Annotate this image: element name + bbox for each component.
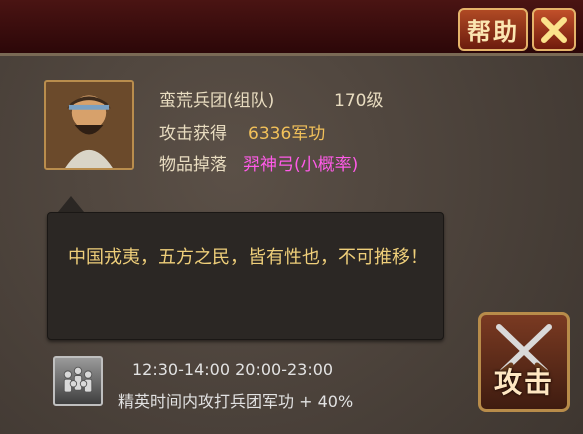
attack-label: 攻击 [493,366,554,399]
drop-item-name: 羿神弓 [243,155,294,175]
boss-level: 170级 [334,91,384,111]
drop-item: 羿神弓(小概率) [243,150,358,175]
drop-item-note: (小概率) [294,155,359,175]
help-button[interactable]: 帮助 [458,8,528,51]
boss-quote: 中国戎夷，五方之民，皆有性也，不可推移！ [68,247,428,268]
speech-bubble [47,212,444,340]
attack-button[interactable]: 攻击 [478,312,570,412]
boss-portrait [44,80,134,170]
close-button[interactable] [532,8,576,51]
speech-bubble-arrow [58,196,84,212]
reward-label: 攻击获得 [159,124,227,144]
drop-label: 物品掉落 [159,155,227,175]
elite-times: 12:30-14:00 20:00-23:00 [132,360,334,379]
close-x-icon [541,16,567,43]
boss-dialog: 帮助 蛮荒兵团(组队) 170级 攻击获得 6336军功 物品掉落 羿神弓(小概… [0,0,583,434]
elite-troops-icon [53,356,103,406]
elite-bonus: 精英时间内攻打兵团军功 + 40% [118,392,354,411]
reward-value: 6336军功 [248,124,326,144]
boss-name: 蛮荒兵团(组队) [159,91,275,111]
